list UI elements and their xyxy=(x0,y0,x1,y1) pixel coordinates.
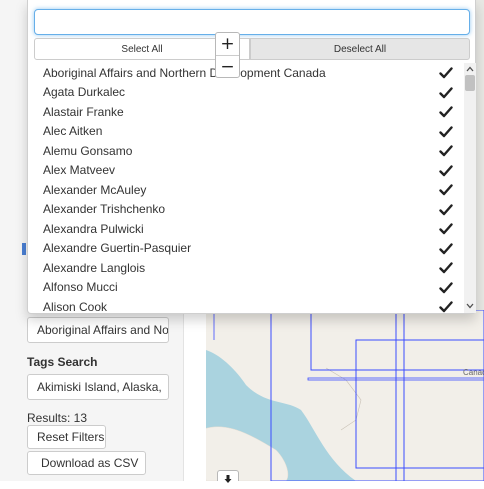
tags-select-value: Akimiski Island, Alaska, xyxy=(37,380,162,394)
map-view[interactable]: Canad xyxy=(206,310,484,481)
option-label: Alastair Franke xyxy=(43,104,124,119)
option-label: Alison Cook xyxy=(43,299,108,313)
list-item[interactable]: Alexandre Guertin-Pasquier xyxy=(28,239,464,259)
list-item[interactable]: Alec Aitken xyxy=(28,122,464,142)
list-item[interactable]: Alfonso Mucci xyxy=(28,278,464,298)
scroll-down-icon[interactable] xyxy=(466,302,474,310)
author-select[interactable]: Aboriginal Affairs and No xyxy=(27,317,169,343)
checkmark-icon xyxy=(439,67,453,79)
list-item[interactable]: Alemu Gonsamo xyxy=(28,141,464,161)
options-list: Aboriginal Affairs and Northern Developm… xyxy=(28,63,464,313)
checkmark-icon xyxy=(439,262,453,274)
zoom-out-button[interactable]: − xyxy=(216,55,239,77)
list-item[interactable]: Agata Durkalec xyxy=(28,83,464,103)
option-label: Aboriginal Affairs and Northern Developm… xyxy=(43,65,326,80)
zoom-in-button[interactable]: + xyxy=(216,33,239,55)
list-item[interactable]: Aboriginal Affairs and Northern Developm… xyxy=(28,63,464,83)
option-label: Alexandra Pulwicki xyxy=(43,221,144,236)
checkmark-icon xyxy=(439,281,453,293)
download-csv-button[interactable]: Download as CSV xyxy=(27,451,146,475)
option-label: Alfonso Mucci xyxy=(43,280,118,295)
author-dropdown-menu: Select All Deselect All Aboriginal Affai… xyxy=(27,0,476,314)
option-label: Agata Durkalec xyxy=(43,85,126,100)
caret-down-icon xyxy=(167,385,168,389)
map-top-strip xyxy=(476,0,484,310)
scrollbar-thumb[interactable] xyxy=(465,75,475,91)
download-csv-label: Download as CSV xyxy=(41,456,139,470)
map-zoom-control: + − xyxy=(215,32,240,78)
option-label: Alexandre Langlois xyxy=(43,260,146,275)
checkmark-icon xyxy=(439,125,453,137)
checkmark-icon xyxy=(439,223,453,235)
checkmark-icon xyxy=(439,184,453,196)
list-item[interactable]: Alexandre Langlois xyxy=(28,258,464,278)
list-item[interactable]: Alex Matveev xyxy=(28,161,464,181)
checkmark-icon xyxy=(439,203,453,215)
list-item[interactable]: Alexander Trishchenko xyxy=(28,200,464,220)
options-scrollbar[interactable] xyxy=(464,63,476,313)
map-canvas xyxy=(206,310,484,481)
checkmark-icon xyxy=(439,106,453,118)
checkmark-icon xyxy=(439,164,453,176)
reset-filters-label: Reset Filters xyxy=(37,430,105,444)
list-item[interactable]: Alexander McAuley xyxy=(28,180,464,200)
list-item[interactable]: Alexandra Pulwicki xyxy=(28,219,464,239)
map-download-icon xyxy=(224,475,232,483)
deselect-all-button[interactable]: Deselect All xyxy=(250,38,470,60)
option-label: Alexandre Guertin-Pasquier xyxy=(43,241,192,256)
dropdown-search-input[interactable] xyxy=(34,9,470,35)
option-label: Alex Matveev xyxy=(43,163,116,178)
tags-search-label: Tags Search xyxy=(27,355,98,369)
checkmark-icon xyxy=(439,301,453,313)
scroll-up-icon[interactable] xyxy=(466,65,474,73)
author-select-value: Aboriginal Affairs and No xyxy=(37,323,169,337)
results-count: Results: 13 xyxy=(27,411,88,425)
option-label: Alec Aitken xyxy=(43,124,103,139)
map-place-label: Canad xyxy=(463,368,484,377)
list-item[interactable]: Alison Cook xyxy=(28,297,464,313)
tags-select[interactable]: Akimiski Island, Alaska, xyxy=(27,374,169,400)
map-download-control[interactable] xyxy=(217,470,239,483)
deselect-all-label: Deselect All xyxy=(333,43,387,55)
reset-filters-button[interactable]: Reset Filters xyxy=(27,425,106,449)
sidebar-edge-marker xyxy=(22,243,26,255)
option-label: Alemu Gonsamo xyxy=(43,143,133,158)
checkmark-icon xyxy=(439,242,453,254)
checkmark-icon xyxy=(439,145,453,157)
select-all-label: Select All xyxy=(121,43,163,55)
option-label: Alexander McAuley xyxy=(43,182,147,197)
list-item[interactable]: Alastair Franke xyxy=(28,102,464,122)
checkmark-icon xyxy=(439,86,453,98)
option-label: Alexander Trishchenko xyxy=(43,202,166,217)
